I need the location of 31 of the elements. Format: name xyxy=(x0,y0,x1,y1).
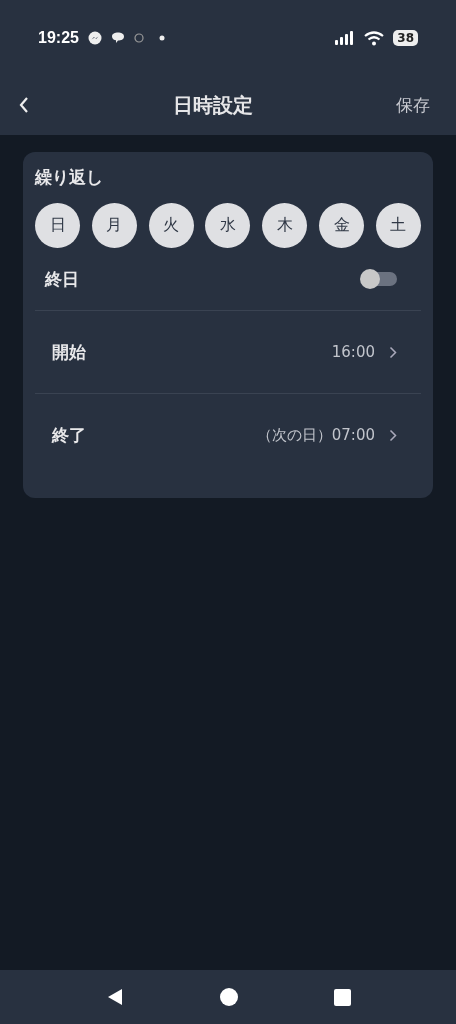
row-label: 終日 xyxy=(45,267,80,291)
time-row[interactable]: 開始 16:00 xyxy=(35,311,421,393)
time-value: （次の日）07:00 xyxy=(256,425,375,445)
weekday-button[interactable]: 木 xyxy=(262,203,308,248)
wifi-icon xyxy=(364,30,385,46)
time-value: 16:00 xyxy=(331,343,375,361)
time-row[interactable]: 終了 （次の日）07:00 xyxy=(35,393,421,476)
recents-icon[interactable] xyxy=(333,988,351,1006)
save-button[interactable]: 保存 xyxy=(396,93,430,117)
chevron-icon xyxy=(389,428,397,442)
row-label: 開始 xyxy=(52,340,87,364)
page-title: 日時設定 xyxy=(172,91,254,119)
chat-bubble-icon xyxy=(110,31,125,45)
status-time: 19:25 xyxy=(38,29,79,47)
weekday-button[interactable]: 水 xyxy=(205,203,251,248)
toggle-switch[interactable] xyxy=(363,272,397,286)
dot-icon xyxy=(158,35,165,41)
weekday-button[interactable]: 金 xyxy=(319,203,365,248)
messenger-icon xyxy=(87,31,102,45)
weekday-button[interactable]: 土 xyxy=(375,203,421,248)
weekday-button[interactable]: 月 xyxy=(91,203,137,248)
home-icon[interactable] xyxy=(218,987,239,1007)
chevron-icon xyxy=(389,345,397,359)
weekday-button[interactable]: 日 xyxy=(35,203,80,248)
back-button[interactable] xyxy=(18,96,30,114)
circle-icon xyxy=(133,33,144,43)
row-label: 終了 xyxy=(52,423,87,447)
signal-icon xyxy=(335,31,356,45)
battery-icon: 38 xyxy=(393,30,418,46)
section-title: 繰り返し xyxy=(35,166,103,189)
weekday-button[interactable]: 火 xyxy=(148,203,194,248)
